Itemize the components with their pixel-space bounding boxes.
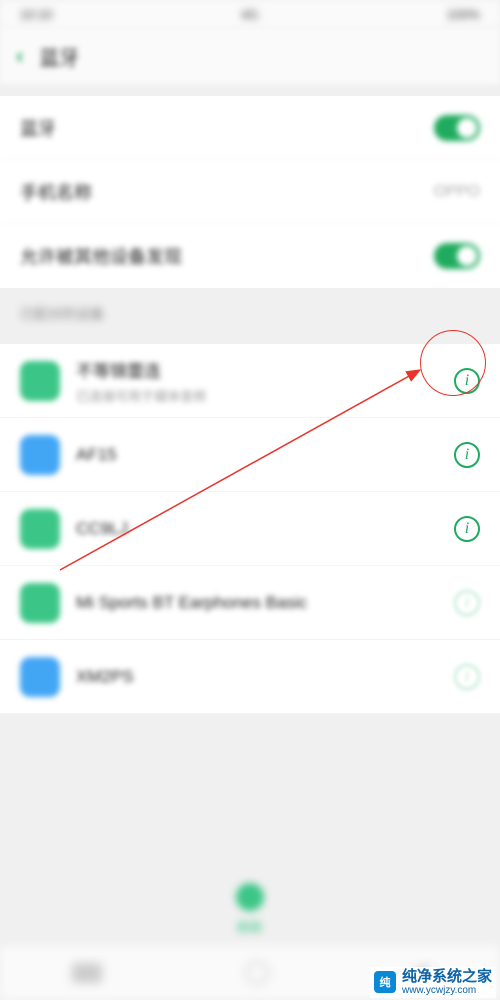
watermark: 纯 纯净系统之家 www.ycwjzy.com [370, 967, 496, 999]
device-name-row[interactable]: 手机名称 OPPO [0, 160, 500, 224]
device-type-icon [20, 657, 60, 697]
refresh-label: 刷新 [237, 917, 263, 936]
bluetooth-toggle-row[interactable]: 蓝牙 [0, 96, 500, 160]
watermark-main: 纯净系统之家 [402, 969, 492, 986]
device-name-value: OPPO [434, 183, 480, 201]
device-text: XM2PS [76, 667, 438, 687]
discovery-label: 允许被其他设备发现 [20, 243, 434, 269]
device-name: XM2PS [76, 667, 438, 687]
info-icon[interactable]: i [454, 368, 480, 394]
device-text: Mi Sports BT Earphones Basic [76, 593, 438, 613]
nav-recent-icon[interactable] [72, 963, 102, 983]
info-icon[interactable]: i [454, 516, 480, 542]
info-icon[interactable]: i [454, 442, 480, 468]
refresh-action[interactable]: 刷新 [0, 883, 500, 936]
device-row[interactable]: 不等锦蕾连 已连接可用于媒体音频 i [0, 344, 500, 418]
device-row[interactable]: CC9LJ i [0, 492, 500, 566]
status-time: 10:10 [20, 7, 53, 22]
status-center: 4G [241, 7, 258, 22]
device-subtext: 已连接可用于媒体音频 [76, 386, 438, 405]
device-text: 不等锦蕾连 已连接可用于媒体音频 [76, 357, 438, 405]
status-battery: 100% [447, 7, 480, 22]
device-name: Mi Sports BT Earphones Basic [76, 593, 438, 613]
back-icon[interactable]: ‹ [16, 43, 23, 69]
info-icon[interactable]: i [454, 590, 480, 616]
watermark-logo: 纯 [374, 971, 396, 993]
device-type-icon [20, 435, 60, 475]
page-title: 蓝牙 [39, 42, 79, 71]
device-name: AF15 [76, 445, 438, 465]
device-name: 不等锦蕾连 [76, 357, 438, 382]
nav-home-icon[interactable] [245, 961, 269, 985]
device-text: AF15 [76, 445, 438, 465]
discovery-toggle[interactable] [434, 243, 480, 269]
info-icon[interactable]: i [454, 664, 480, 690]
discovery-toggle-row[interactable]: 允许被其他设备发现 [0, 224, 500, 288]
device-text: CC9LJ [76, 519, 438, 539]
status-bar: 10:10 4G 100% [0, 0, 500, 28]
device-row[interactable]: Mi Sports BT Earphones Basic i [0, 566, 500, 640]
device-type-icon [20, 361, 60, 401]
device-row[interactable]: XM2PS i [0, 640, 500, 714]
paired-devices-list: 不等锦蕾连 已连接可用于媒体音频 i AF15 i CC9LJ i Mi Spo… [0, 344, 500, 714]
settings-section: 蓝牙 手机名称 OPPO 允许被其他设备发现 [0, 96, 500, 288]
device-row[interactable]: AF15 i [0, 418, 500, 492]
header: ‹ 蓝牙 [0, 28, 500, 84]
device-type-icon [20, 583, 60, 623]
device-name: CC9LJ [76, 519, 438, 539]
bluetooth-toggle[interactable] [434, 115, 480, 141]
watermark-sub: www.ycwjzy.com [402, 985, 492, 996]
device-type-icon [20, 509, 60, 549]
refresh-icon [236, 883, 264, 911]
paired-section-header: 已配对的设备 [0, 288, 500, 332]
bluetooth-label: 蓝牙 [20, 115, 434, 141]
device-name-label: 手机名称 [20, 179, 434, 205]
